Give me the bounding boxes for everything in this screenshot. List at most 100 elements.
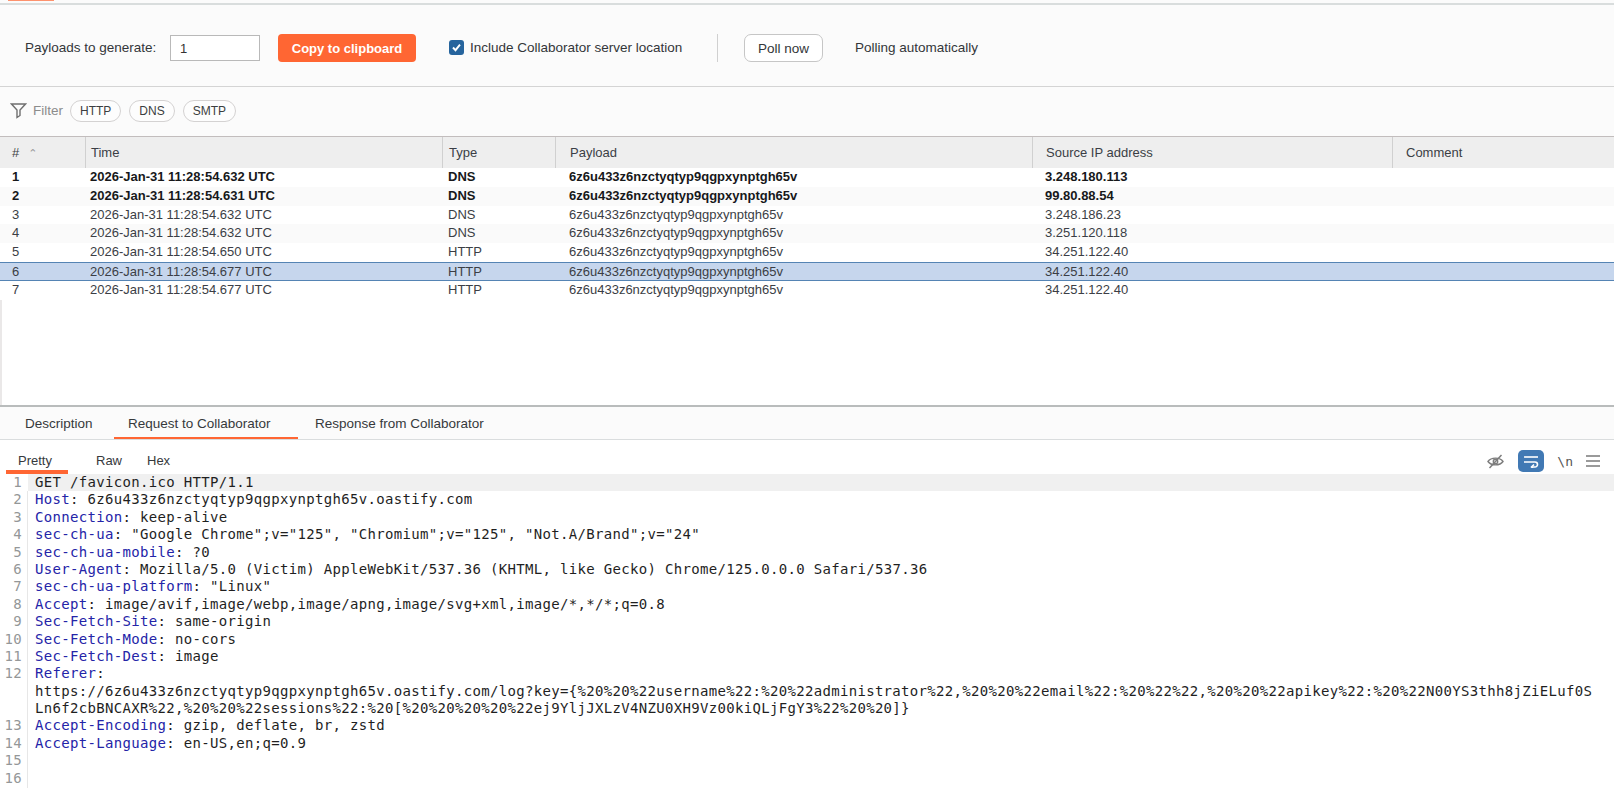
request-line-12: 12Referer: — [0, 665, 1614, 682]
request-line-cont: Ln6f2cbBNCAXR%22,%20%20%22sessions%22:%2… — [0, 700, 1614, 717]
interaction-row-2[interactable]: 22026-Jan-31 11:28:54.631 UTCDNS6z6u433z… — [0, 187, 1614, 206]
payload-cell: 6z6u433z6nzctyqtyp9qgpxynptgh65v — [555, 224, 1032, 243]
editor-subtabbar: Pretty Raw Hex \n — [0, 440, 1614, 474]
time-cell: 2026-Jan-31 11:28:54.677 UTC — [85, 281, 442, 300]
request-editor[interactable]: 1GET /favicon.ico HTTP/1.12 Host: 6z6u433… — [0, 474, 1614, 788]
source-ip-cell: 34.251.122.40 — [1032, 263, 1392, 280]
line-text: https://6z6u433z6nzctyqtyp9qgpxynptgh65v… — [35, 683, 1592, 700]
comment-cell — [1392, 224, 1614, 243]
filter-label: Filter — [33, 103, 63, 118]
payload-cell: 6z6u433z6nzctyqtyp9qgpxynptgh65v — [555, 281, 1032, 300]
interaction-row-7[interactable]: 72026-Jan-31 11:28:54.677 UTCHTTP6z6u433… — [0, 281, 1614, 300]
num-cell: 1 — [0, 168, 85, 187]
line-number: 3 — [0, 509, 22, 526]
top-divider — [0, 3, 1614, 5]
request-line-9: 9Sec-Fetch-Site: same-origin — [0, 613, 1614, 630]
subtab-pretty[interactable]: Pretty — [18, 453, 52, 468]
request-line-4: 4 sec-ch-ua: "Google Chrome";v="125", "Ch… — [0, 526, 1614, 543]
comment-cell — [1392, 206, 1614, 225]
newline-icon[interactable]: \n — [1557, 454, 1573, 469]
line-number: 13 — [0, 717, 22, 734]
payload-cell: 6z6u433z6nzctyqtyp9qgpxynptgh65v — [555, 263, 1032, 280]
request-line-8: 8Accept: image/avif,image/webp,image/apn… — [0, 596, 1614, 613]
include-location-checkbox[interactable] — [449, 40, 464, 55]
column-header-comment[interactable]: Comment — [1392, 137, 1614, 168]
filter-pill-smtp[interactable]: SMTP — [183, 100, 236, 122]
column-header-payload[interactable]: Payload — [555, 137, 1032, 168]
time-cell: 2026-Jan-31 11:28:54.632 UTC — [85, 224, 442, 243]
column-header-time[interactable]: Time — [85, 137, 442, 168]
interaction-row-6[interactable]: 62026-Jan-31 11:28:54.677 UTCHTTP6z6u433… — [0, 262, 1614, 281]
word-wrap-icon[interactable] — [1518, 450, 1544, 472]
source-ip-cell: 34.251.122.40 — [1032, 243, 1392, 262]
request-line-16: 16 — [0, 770, 1614, 787]
line-text: Accept-Encoding: gzip, deflate, br, zstd — [35, 717, 385, 734]
type-cell: DNS — [442, 206, 555, 225]
type-cell: HTTP — [442, 243, 555, 262]
line-text: Sec-Fetch-Dest: image — [35, 648, 219, 665]
line-number: 11 — [0, 648, 22, 665]
menu-icon[interactable] — [1586, 455, 1600, 467]
line-text: Sec-Fetch-Mode: no-cors — [35, 631, 236, 648]
num-cell: 7 — [0, 281, 85, 300]
num-cell: 3 — [0, 206, 85, 225]
comment-cell — [1392, 243, 1614, 262]
time-cell: 2026-Jan-31 11:28:54.631 UTC — [85, 187, 442, 206]
column-header--[interactable]: #⌃ — [0, 137, 85, 168]
filter-bar: Filter HTTP DNS SMTP — [0, 87, 1614, 136]
source-ip-cell: 3.251.120.118 — [1032, 224, 1392, 243]
payloads-count-input[interactable] — [170, 35, 260, 61]
line-text: Host: 6z6u433z6nzctyqtyp9qgpxynptgh65v.o… — [35, 491, 472, 508]
interaction-row-3[interactable]: 32026-Jan-31 11:28:54.632 UTCDNS6z6u433z… — [0, 206, 1614, 225]
interaction-row-1[interactable]: 12026-Jan-31 11:28:54.632 UTCDNS6z6u433z… — [0, 168, 1614, 187]
payload-cell: 6z6u433z6nzctyqtyp9qgpxynptgh65v — [555, 187, 1032, 206]
comment-cell — [1392, 187, 1614, 206]
copy-to-clipboard-button[interactable]: Copy to clipboard — [278, 34, 416, 62]
column-header-type[interactable]: Type — [442, 137, 555, 168]
line-text: Ln6f2cbBNCAXR%22,%20%20%22sessions%22:%2… — [35, 700, 910, 717]
request-line-10: 10Sec-Fetch-Mode: no-cors — [0, 631, 1614, 648]
filter-pill-dns[interactable]: DNS — [129, 100, 174, 122]
interaction-row-4[interactable]: 42026-Jan-31 11:28:54.632 UTCDNS6z6u433z… — [0, 224, 1614, 243]
type-cell: HTTP — [442, 281, 555, 300]
detail-tabbar: Description Request to Collaborator Resp… — [0, 407, 1614, 439]
tab-request-to-collaborator[interactable]: Request to Collaborator — [128, 416, 271, 431]
time-cell: 2026-Jan-31 11:28:54.650 UTC — [85, 243, 442, 262]
line-text: sec-ch-ua-mobile: ?0 — [35, 544, 210, 561]
request-line-1: 1GET /favicon.ico HTTP/1.1 — [0, 474, 1614, 491]
request-line-7: 7sec-ch-ua-platform: "Linux" — [0, 578, 1614, 595]
include-location-label: Include Collaborator server location — [470, 40, 682, 55]
tab-description[interactable]: Description — [25, 416, 93, 431]
line-number: 8 — [0, 596, 22, 613]
payload-cell: 6z6u433z6nzctyqtyp9qgpxynptgh65v — [555, 206, 1032, 225]
line-number: 15 — [0, 752, 22, 769]
line-number: 2 — [0, 491, 22, 508]
column-header-source-ip-address[interactable]: Source IP address — [1032, 137, 1392, 168]
payload-cell: 6z6u433z6nzctyqtyp9qgpxynptgh65v — [555, 243, 1032, 262]
num-cell: 2 — [0, 187, 85, 206]
filter-pill-http[interactable]: HTTP — [70, 100, 121, 122]
request-line-cont: https://6z6u433z6nzctyqtyp9qgpxynptgh65v… — [0, 683, 1614, 700]
filter-funnel-icon — [10, 102, 27, 119]
collaborator-page: Payloads to generate: Copy to clipboard … — [0, 0, 1614, 788]
payloads-to-generate-label: Payloads to generate: — [25, 40, 156, 55]
active-tab-indicator — [8, 0, 54, 1]
source-ip-cell: 3.248.180.113 — [1032, 168, 1392, 187]
interaction-row-5[interactable]: 52026-Jan-31 11:28:54.650 UTCHTTP6z6u433… — [0, 243, 1614, 262]
line-text: Accept-Language: en-US,en;q=0.9 — [35, 735, 306, 752]
subtab-raw[interactable]: Raw — [96, 453, 122, 468]
type-cell: DNS — [442, 187, 555, 206]
line-text: sec-ch-ua: "Google Chrome";v="125", "Chr… — [35, 526, 700, 543]
comment-cell — [1392, 281, 1614, 300]
tab-response-from-collaborator[interactable]: Response from Collaborator — [315, 416, 484, 431]
line-number: 4 — [0, 526, 22, 543]
line-text: User-Agent: Mozilla/5.0 (Victim) AppleWe… — [35, 561, 927, 578]
source-ip-cell: 99.80.88.54 — [1032, 187, 1392, 206]
poll-now-button[interactable]: Poll now — [744, 34, 823, 62]
polling-status-text: Polling automatically — [855, 40, 978, 55]
eye-slash-icon[interactable] — [1486, 452, 1505, 471]
subtab-hex[interactable]: Hex — [147, 453, 170, 468]
request-line-15: 15 — [0, 752, 1614, 769]
table-body: 12026-Jan-31 11:28:54.632 UTCDNS6z6u433z… — [0, 168, 1614, 300]
line-number: 7 — [0, 578, 22, 595]
